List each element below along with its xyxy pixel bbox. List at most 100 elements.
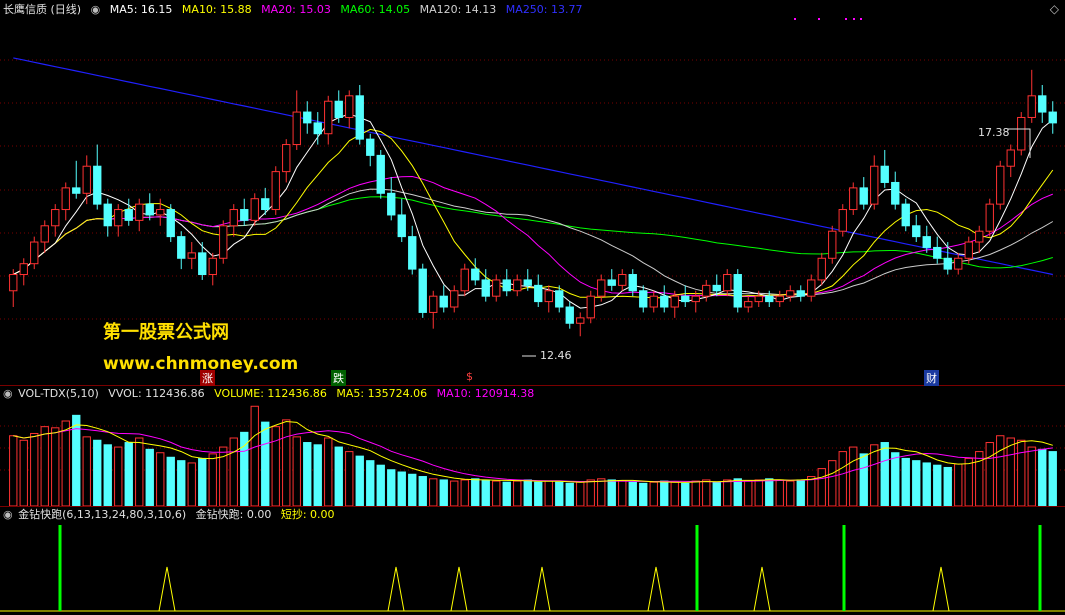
volume-bar — [954, 463, 963, 506]
pane-toggle-icon[interactable]: ◇ — [1050, 2, 1059, 16]
volume-bar — [807, 476, 816, 506]
candle-body — [702, 284, 711, 297]
candle-body — [660, 295, 669, 308]
candle-body — [870, 165, 879, 205]
volume-bar — [397, 471, 406, 506]
candle-body — [523, 279, 532, 286]
candle-body — [135, 203, 144, 221]
volume-bar — [303, 442, 312, 506]
stock-title[interactable]: 长鹰信质 (日线) — [3, 3, 81, 16]
candle-body — [985, 203, 994, 232]
marker-dividend[interactable]: $ — [464, 370, 475, 383]
candle-body — [933, 246, 942, 259]
candle-body — [754, 295, 763, 303]
volume-bar — [355, 455, 364, 506]
volume-bar — [712, 481, 721, 506]
candle-body — [334, 100, 343, 118]
candle-body — [93, 165, 102, 205]
vol-settings-icon[interactable]: ◉ — [3, 387, 13, 400]
candle-body — [828, 230, 837, 259]
volume-bar — [996, 435, 1005, 506]
volume-bar — [166, 456, 175, 506]
volume-bar — [187, 462, 196, 506]
volume-bar — [933, 464, 942, 506]
volume-bar — [544, 480, 553, 506]
candle-body — [975, 230, 984, 243]
volume-bar — [849, 446, 858, 506]
volume-bar — [576, 481, 585, 506]
ma250-line — [13, 57, 1053, 276]
candle-body — [492, 279, 501, 297]
volume-bar — [828, 460, 837, 506]
volume-bar — [534, 481, 543, 506]
marker-finance[interactable]: 财 — [924, 370, 939, 386]
candle-body — [681, 295, 690, 303]
volume-bar — [565, 482, 574, 506]
candle-body — [250, 198, 259, 221]
volume-bar — [450, 480, 459, 506]
marker-up[interactable]: 涨 — [200, 370, 215, 386]
volume-bar — [114, 446, 123, 506]
volume-bar — [376, 464, 385, 506]
volume-bar — [439, 479, 448, 506]
volume-bar — [282, 419, 291, 506]
marker-dot — [845, 18, 847, 20]
volume-pane[interactable]: ◉ VOL-TDX(5,10) VVOL: 112436.86 VOLUME: … — [0, 386, 1065, 506]
candle-body — [775, 295, 784, 303]
indicator-pane[interactable]: ◉ 金钻快跑(6,13,13,24,80,3,10,6) 金钻快跑: 0.00 … — [0, 507, 1065, 615]
candle-body — [943, 257, 952, 270]
candle-body — [208, 257, 217, 276]
volume-bar — [744, 480, 753, 506]
volume-bar — [1038, 448, 1047, 506]
volume-bar — [1006, 437, 1015, 506]
volume-bar — [103, 444, 112, 506]
candle-body — [1006, 149, 1015, 167]
volume-bar — [271, 426, 280, 506]
volume-bar — [870, 444, 879, 506]
vol-ma10-label: MA10: 120914.38 — [436, 387, 535, 400]
volume-bar — [492, 480, 501, 506]
marker-dot — [860, 18, 862, 20]
candle-body — [408, 236, 417, 270]
indicator-chart[interactable] — [0, 507, 1065, 615]
candle-body — [40, 225, 49, 243]
candle-body — [166, 209, 175, 238]
candle-body — [397, 214, 406, 238]
candle-body — [345, 95, 354, 118]
volume-bar — [292, 436, 301, 506]
settings-icon[interactable]: ◉ — [91, 3, 101, 16]
candle-body — [324, 100, 333, 135]
candle-body — [376, 154, 385, 194]
marker-dot — [853, 18, 855, 20]
candle-body — [292, 111, 301, 146]
ind-indicator-name[interactable]: 金钻快跑(6,13,13,24,80,3,10,6) — [18, 508, 186, 521]
candle-body — [1017, 116, 1026, 151]
candle-body — [439, 295, 448, 308]
candle-body — [303, 111, 312, 124]
volume-chart[interactable] — [0, 386, 1065, 506]
candle-body — [712, 284, 721, 292]
candle-body — [229, 209, 238, 227]
yellow-signal-peak — [450, 566, 468, 612]
volume-bar — [754, 479, 763, 506]
marker-dot — [818, 18, 820, 20]
ma5-label: MA5: 16.15 — [109, 3, 173, 16]
volume-header: ◉ VOL-TDX(5,10) VVOL: 112436.86 VOLUME: … — [0, 386, 540, 402]
candle-body — [1038, 95, 1047, 113]
ind-settings-icon[interactable]: ◉ — [3, 508, 13, 521]
price-pane[interactable]: 长鹰信质 (日线) ◉ MA5: 16.15 MA10: 15.88 MA20:… — [0, 0, 1065, 386]
volume-bar — [19, 439, 28, 506]
candle-body — [807, 279, 816, 297]
volume-bar — [30, 432, 39, 506]
marker-dot — [794, 18, 796, 20]
marker-down[interactable]: 跌 — [331, 370, 346, 386]
volume-bar — [670, 481, 679, 506]
candle-body — [114, 209, 123, 227]
candle-body — [450, 290, 459, 308]
yellow-signal-peak — [753, 566, 771, 612]
volume-bar — [555, 481, 564, 506]
vol-indicator-name[interactable]: VOL-TDX(5,10) — [18, 387, 99, 400]
volume-bar — [901, 457, 910, 506]
volume-bar — [964, 457, 973, 506]
volume-bar — [82, 436, 91, 506]
